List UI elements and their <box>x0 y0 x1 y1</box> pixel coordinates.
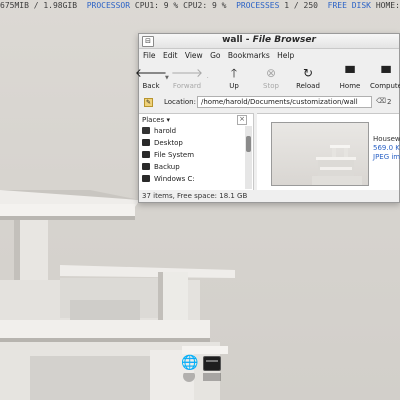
home-folder-icon <box>142 127 150 134</box>
forward-label: Forward <box>172 82 202 90</box>
close-sidebar-icon[interactable]: × <box>237 115 247 125</box>
sidebar-item-windows-c[interactable]: Windows C: <box>142 175 195 183</box>
memory-usage: 675MIB / 1.98GIB <box>0 1 78 10</box>
file-size: 569.0 KB <box>373 144 400 152</box>
forward-arrow-icon: 🡒 <box>170 66 204 80</box>
sidebar-item-label: Windows C: <box>154 175 195 183</box>
file-type: JPEG ima <box>373 153 400 161</box>
home-label: Home <box>339 82 361 90</box>
process-count: 1 / 250 <box>284 1 318 10</box>
status-text: 37 items, Free space: 18.1 GB <box>142 192 248 200</box>
reload-icon: ↻ <box>302 66 314 80</box>
back-arrow-icon: 🡐 <box>134 66 168 80</box>
places-sidebar: Places ▾ × harold Desktop File System Ba… <box>139 113 254 190</box>
back-label: Back <box>142 82 160 90</box>
scrollbar-thumb[interactable] <box>246 136 251 152</box>
home-icon: ▀ <box>345 66 355 80</box>
up-arrow-icon: 🡑 <box>230 66 238 80</box>
title-app-name: File Browser <box>252 35 316 45</box>
drive-icon <box>142 151 150 158</box>
terminal-icon[interactable] <box>203 356 221 371</box>
window-title: wall - File Browser <box>139 35 399 45</box>
title-folder: wall <box>222 35 243 45</box>
sidebar-item-desktop[interactable]: Desktop <box>142 139 183 147</box>
sidebar-item-file-system[interactable]: File System <box>142 151 194 159</box>
thumbnail-house-image <box>312 145 362 185</box>
desktop-icon <box>142 139 150 146</box>
home-button[interactable]: ▀ Home <box>333 64 367 91</box>
file-thumbnail[interactable] <box>271 122 369 186</box>
menu-view[interactable]: View <box>185 51 203 60</box>
file-view[interactable]: Housewa 569.0 KB JPEG ima <box>257 113 400 190</box>
file-name: Housewa <box>373 135 400 143</box>
menu-help[interactable]: Help <box>277 51 294 60</box>
drive-icon <box>142 175 150 182</box>
menu-go[interactable]: Go <box>210 51 220 60</box>
globe-icon[interactable]: 🌐 <box>181 355 198 371</box>
location-mode-toggle-icon[interactable]: ✎ <box>144 98 153 107</box>
drive-icon <box>142 163 150 170</box>
menu-edit[interactable]: Edit <box>163 51 178 60</box>
window-titlebar[interactable]: ⊟ wall - File Browser <box>139 34 399 49</box>
forward-history-dropdown-icon[interactable]: · <box>207 75 209 81</box>
dock-reflection <box>183 373 221 382</box>
clear-location-icon[interactable]: ⌫ <box>376 97 386 106</box>
terminal-icon-detail <box>206 360 218 362</box>
computer-button[interactable]: ▀ Compute <box>369 64 400 91</box>
stop-button[interactable]: ⊗ Stop <box>254 64 288 91</box>
sidebar-item-label: Backup <box>154 163 180 171</box>
sidebar-item-label: File System <box>154 151 195 159</box>
back-button[interactable]: 🡐 Back <box>134 64 168 91</box>
menu-file[interactable]: File <box>143 51 156 60</box>
menu-bookmarks[interactable]: Bookmarks <box>228 51 270 60</box>
forward-button[interactable]: 🡒 Forward <box>170 64 204 91</box>
location-bar: ✎ Location: /home/harold/Documents/custo… <box>139 96 399 110</box>
reload-label: Reload <box>296 82 320 90</box>
back-history-dropdown-icon[interactable]: ▼ <box>165 75 169 81</box>
location-input[interactable]: /home/harold/Documents/customization/wal… <box>197 96 372 108</box>
up-button[interactable]: 🡑 Up <box>217 64 251 91</box>
sidebar-item-backup[interactable]: Backup <box>142 163 180 171</box>
sidebar-item-label: Desktop <box>154 139 183 147</box>
title-separator: - <box>242 35 253 45</box>
stop-label: Stop <box>263 82 279 90</box>
file-browser-window[interactable]: ⊟ wall - File Browser File Edit View Go … <box>135 33 400 203</box>
sidebar-item-harold[interactable]: harold <box>142 127 176 135</box>
stop-icon: ⊗ <box>265 66 277 80</box>
zoom-level[interactable]: 2 <box>387 98 391 106</box>
cpu2-usage: CPU2: 9 % <box>183 1 227 10</box>
processor-label: PROCESSOR <box>86 1 131 10</box>
places-header-dropdown[interactable]: Places ▾ <box>142 116 170 124</box>
toolbar: 🡐 Back ▼ 🡒 Forward · 🡑 Up ⊗ Stop ↻ Reloa… <box>135 64 400 94</box>
free-disk-label: FREE DISK <box>327 1 371 10</box>
computer-icon: ▀ <box>381 66 391 80</box>
computer-label: Compute <box>370 82 400 90</box>
menu-bar: File Edit View Go Bookmarks Help <box>143 51 299 61</box>
location-label: Location: <box>164 98 196 106</box>
system-status-bar: 675MIB / 1.98GIB PROCESSOR CPU1: 9 % CPU… <box>0 0 400 12</box>
reload-button[interactable]: ↻ Reload <box>291 64 325 91</box>
places-scrollbar[interactable] <box>245 126 252 189</box>
free-disk-value: HOME: 18.07GIB - <box>375 1 400 10</box>
cpu1-usage: CPU1: 9 % <box>134 1 179 10</box>
up-label: Up <box>229 82 239 90</box>
processes-label: PROCESSES <box>236 1 280 10</box>
sidebar-item-label: harold <box>154 127 177 135</box>
